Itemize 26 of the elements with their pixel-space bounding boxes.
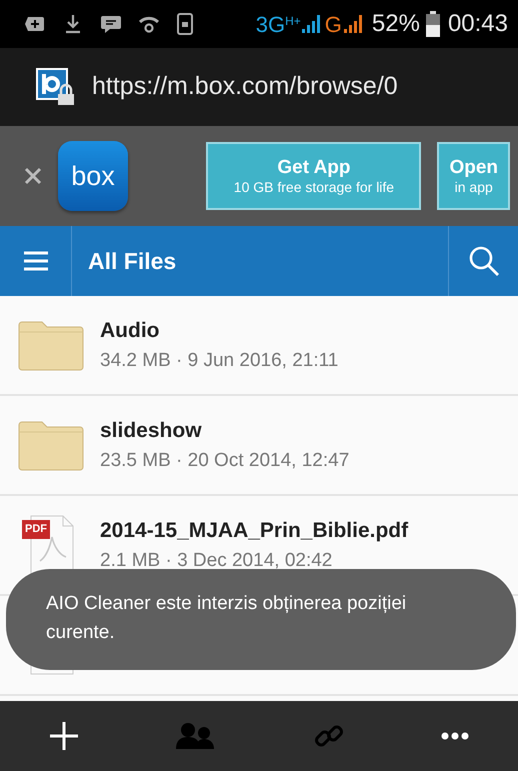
more-icon[interactable] <box>441 732 470 740</box>
network-type: G <box>324 10 342 38</box>
secure-site-icon <box>36 68 76 106</box>
battery-icon <box>426 11 440 37</box>
close-icon[interactable] <box>24 167 42 185</box>
file-name[interactable]: Audio <box>100 315 338 346</box>
file-name[interactable]: slideshow <box>100 415 350 446</box>
signal-icon <box>342 13 364 35</box>
file-name[interactable]: 2014-15_MJAA_Prin_Biblie.pdf <box>100 515 408 546</box>
plus-icon[interactable] <box>48 721 79 751</box>
folder-icon <box>18 319 84 371</box>
message-icon <box>100 13 122 35</box>
search-icon[interactable] <box>468 245 500 277</box>
app-logo: box <box>58 141 128 211</box>
clock: 00:43 <box>448 9 508 39</box>
network-type: 3G <box>256 10 286 38</box>
phone-lock-icon <box>176 13 194 35</box>
signal-icon <box>300 13 321 35</box>
page-title: All Files <box>87 246 176 276</box>
battery-percentage: 52% <box>372 9 420 39</box>
file-type-label: PDF <box>22 520 50 538</box>
menu-icon[interactable] <box>22 251 48 271</box>
folder-icon <box>18 419 84 471</box>
network-type-label: H+ <box>285 13 301 30</box>
file-details: 23.5 MB · 20 Oct 2014, 12:47 <box>100 448 350 472</box>
file-details: 34.2 MB · 9 Jun 2016, 21:11 <box>100 348 338 372</box>
